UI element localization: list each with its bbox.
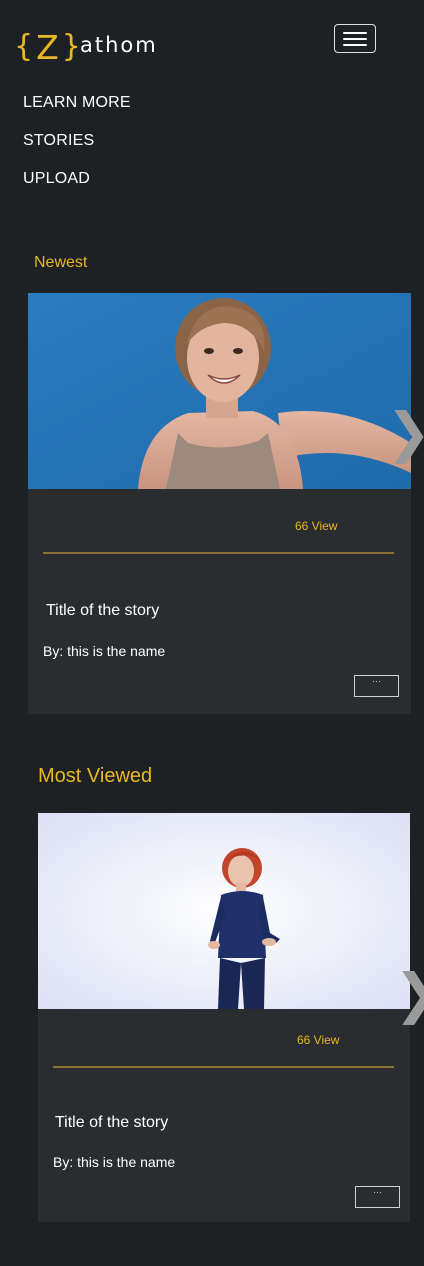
logo-brace-left: { xyxy=(14,29,34,64)
view-count: 66 View xyxy=(295,519,338,533)
section-title-newest: Newest xyxy=(34,254,88,271)
section-title-most-viewed: Most Viewed xyxy=(38,765,153,787)
chevron-right-icon[interactable]: ❯ xyxy=(386,406,424,460)
hamburger-menu-icon xyxy=(343,31,367,34)
story-image[interactable] xyxy=(38,813,410,1009)
page: { Z } athom LEARN MORE STORIES UPLOAD Ne… xyxy=(0,0,424,1266)
story-card-most-viewed[interactable]: 66 View Title of the story By: this is t… xyxy=(38,813,410,1222)
hamburger-menu-icon-bar xyxy=(343,37,367,40)
story-image[interactable] xyxy=(28,293,411,489)
nav-link-learn-more[interactable]: LEARN MORE xyxy=(23,94,131,112)
view-count: 66 View xyxy=(297,1033,340,1047)
logo-letter: Z xyxy=(36,27,59,67)
card-divider xyxy=(53,1066,394,1068)
story-image-woman-white-background xyxy=(38,813,410,1009)
logo[interactable]: { Z } xyxy=(14,30,81,64)
story-image-woman-blue-background xyxy=(28,293,411,489)
story-author: By: this is the name xyxy=(43,643,166,659)
more-options-button[interactable]: ··· xyxy=(355,1186,400,1208)
story-title[interactable]: Title of the story xyxy=(55,1114,168,1132)
hamburger-menu-button[interactable] xyxy=(334,24,376,53)
logo-brace-right: } xyxy=(61,29,81,64)
brand-name[interactable]: athom xyxy=(80,33,158,57)
nav-link-upload[interactable]: UPLOAD xyxy=(23,170,90,188)
story-card-newest[interactable]: 66 View Title of the story By: this is t… xyxy=(28,293,411,714)
chevron-right-icon[interactable]: ❯ xyxy=(394,967,424,1021)
nav-link-stories[interactable]: STORIES xyxy=(23,132,94,150)
card-divider xyxy=(43,552,394,554)
more-options-button[interactable]: ··· xyxy=(354,675,399,697)
story-title[interactable]: Title of the story xyxy=(46,602,159,620)
story-author: By: this is the name xyxy=(53,1154,176,1170)
hamburger-menu-icon-bar xyxy=(343,43,367,46)
